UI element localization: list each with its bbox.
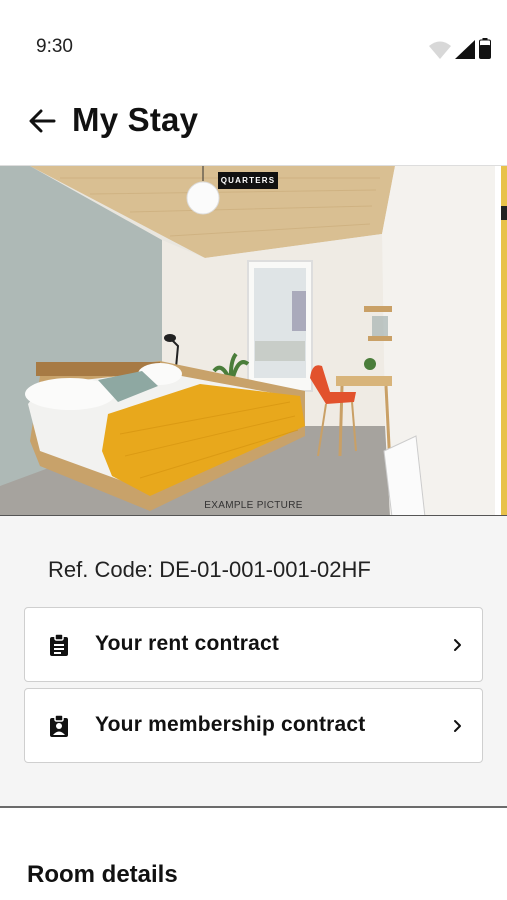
room-photo-carousel[interactable]: QUARTERS EXAMPLE PICTURE bbox=[0, 165, 507, 516]
rent-contract-button[interactable]: Your rent contract bbox=[24, 607, 483, 682]
battery-icon bbox=[479, 38, 491, 59]
arrow-left-icon bbox=[26, 109, 58, 141]
example-picture-caption: EXAMPLE PICTURE bbox=[204, 500, 303, 511]
reference-code: Ref. Code: DE-01-001-001-02HF bbox=[48, 557, 371, 582]
membership-contract-button[interactable]: Your membership contract bbox=[24, 688, 483, 763]
stay-details-section: Ref. Code: DE-01-001-001-02HF Your rent … bbox=[0, 516, 507, 808]
status-time: 9:30 bbox=[36, 36, 73, 57]
status-bar: 9:30 bbox=[0, 0, 507, 95]
clipboard-account-icon bbox=[49, 714, 69, 737]
chevron-right-icon bbox=[452, 636, 464, 654]
room-photo bbox=[0, 166, 507, 515]
page-title: My Stay bbox=[72, 101, 199, 138]
brand-badge: QUARTERS bbox=[218, 172, 278, 189]
cellular-signal-icon bbox=[455, 40, 475, 59]
room-details-section: Room details bbox=[0, 808, 507, 900]
back-button[interactable] bbox=[26, 105, 58, 137]
chevron-right-icon bbox=[452, 717, 464, 735]
membership-contract-label: Your membership contract bbox=[95, 713, 366, 736]
room-details-heading: Room details bbox=[27, 861, 178, 888]
rent-contract-label: Your rent contract bbox=[95, 632, 280, 655]
app-bar: My Stay bbox=[0, 95, 507, 165]
wifi-icon bbox=[429, 41, 451, 59]
status-icons bbox=[429, 38, 491, 59]
clipboard-list-icon bbox=[49, 633, 69, 656]
